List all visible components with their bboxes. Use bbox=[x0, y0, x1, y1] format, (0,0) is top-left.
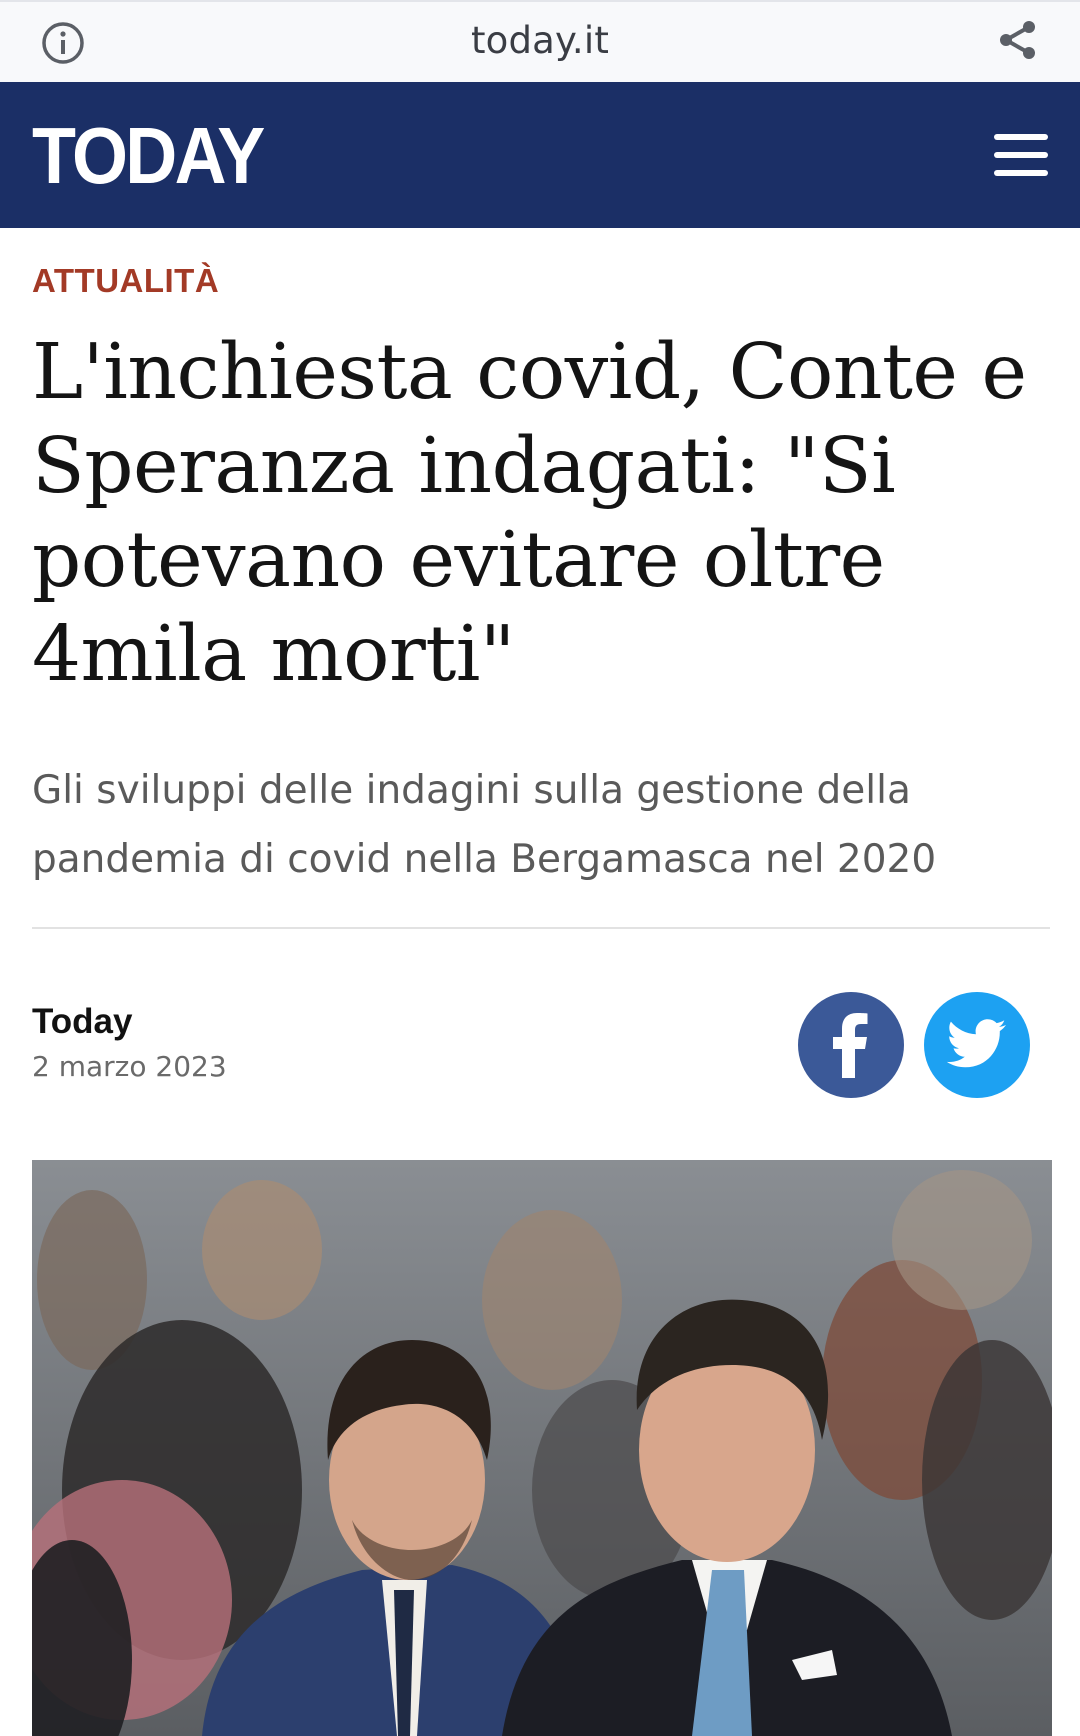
article-subtitle: Gli sviluppi delle indagini sulla gestio… bbox=[32, 768, 937, 882]
divider bbox=[32, 927, 1050, 929]
site-header: TODAY bbox=[0, 82, 1080, 228]
browser-url-bar: today.it bbox=[0, 0, 1080, 82]
article-category[interactable]: ATTUALITÀ bbox=[32, 262, 219, 300]
share-icon[interactable] bbox=[994, 16, 1042, 64]
twitter-icon bbox=[946, 1019, 1006, 1068]
photo-illustration bbox=[32, 1160, 1052, 1736]
article-headline: L'inchiesta covid, Conte e Speranza inda… bbox=[32, 328, 1027, 699]
url-text[interactable]: today.it bbox=[0, 19, 1080, 62]
article-date: 2 marzo 2023 bbox=[32, 1050, 227, 1083]
facebook-icon bbox=[833, 1013, 868, 1078]
twitter-share-button[interactable] bbox=[924, 992, 1030, 1098]
article-photo[interactable] bbox=[32, 1160, 1052, 1736]
facebook-share-button[interactable] bbox=[798, 992, 904, 1098]
article-author[interactable]: Today bbox=[32, 1002, 132, 1042]
hamburger-menu-icon[interactable] bbox=[994, 134, 1048, 176]
site-logo[interactable]: TODAY bbox=[32, 116, 265, 196]
